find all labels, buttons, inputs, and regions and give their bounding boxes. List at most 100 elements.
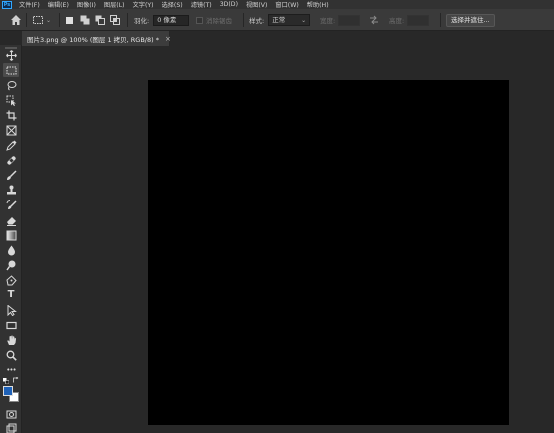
subtract-selection-icon xyxy=(95,15,105,25)
menu-layer[interactable]: 图层(L) xyxy=(104,0,125,9)
object-selection-tool[interactable] xyxy=(3,93,19,107)
menu-filter[interactable]: 滤镜(T) xyxy=(191,0,212,9)
crop-tool[interactable] xyxy=(3,108,19,122)
move-tool[interactable] xyxy=(3,48,19,62)
swap-arrows-icon xyxy=(370,15,378,25)
swap-colors-icon[interactable] xyxy=(13,377,19,383)
feather-input[interactable]: 0 像素 xyxy=(153,14,190,26)
zoom-tool[interactable] xyxy=(3,348,19,362)
menu-view[interactable]: 视图(V) xyxy=(246,0,267,9)
gradient-tool[interactable] xyxy=(3,228,19,242)
add-selection-icon xyxy=(80,15,89,25)
foreground-color-swatch[interactable] xyxy=(3,386,13,396)
move-icon xyxy=(5,49,17,61)
image-canvas[interactable] xyxy=(148,80,509,425)
antialias-checkbox[interactable] xyxy=(196,16,203,24)
subtract-from-selection-button[interactable] xyxy=(94,15,105,26)
gradient-icon xyxy=(6,230,16,240)
menu-file[interactable]: 文件(F) xyxy=(19,0,40,9)
clone-stamp-tool[interactable] xyxy=(3,183,19,197)
water-drop-icon xyxy=(7,245,15,255)
color-controls xyxy=(3,377,19,385)
menu-help[interactable]: 帮助(H) xyxy=(307,0,329,9)
menu-image[interactable]: 图像(I) xyxy=(77,0,96,9)
dodge-tool[interactable] xyxy=(3,258,19,272)
antialias-label: 消除锯齿 xyxy=(206,17,232,25)
style-label: 样式: xyxy=(249,17,265,25)
history-brush-icon xyxy=(6,199,17,209)
add-to-selection-button[interactable] xyxy=(79,15,90,26)
menu-edit[interactable]: 编辑(E) xyxy=(48,0,69,9)
height-group: 高度: xyxy=(389,9,430,31)
height-label: 高度: xyxy=(389,17,405,25)
edit-toolbar-button[interactable]: ••• xyxy=(3,363,19,377)
screen-mode-button[interactable] xyxy=(3,421,19,433)
feather-label: 羽化: xyxy=(134,17,150,25)
select-and-mask-button[interactable]: 选择并遮住... xyxy=(446,13,495,27)
marquee-icon xyxy=(6,66,16,74)
dodge-icon xyxy=(5,260,15,270)
divider xyxy=(127,13,128,27)
menu-type[interactable]: 文字(Y) xyxy=(133,0,154,9)
document-tab-bar: 图片3.png @ 100% (图层 1 拷贝, RGB/8) * × xyxy=(22,31,554,46)
document-tab[interactable]: 图片3.png @ 100% (图层 1 拷贝, RGB/8) * × xyxy=(22,31,171,46)
selection-mode-group xyxy=(64,9,120,31)
menu-window[interactable]: 窗口(W) xyxy=(275,0,298,9)
divider xyxy=(440,13,441,27)
eraser-icon xyxy=(6,216,16,226)
hand-tool[interactable] xyxy=(3,333,19,347)
width-group: 宽度: xyxy=(320,9,361,31)
screen-mode-icon xyxy=(6,423,16,433)
eyedropper-tool[interactable] xyxy=(3,138,19,152)
eraser-tool[interactable] xyxy=(3,213,19,227)
menu-3d[interactable]: 3D(D) xyxy=(220,1,238,8)
menu-select[interactable]: 选择(S) xyxy=(162,0,183,9)
history-brush-tool[interactable] xyxy=(3,198,19,212)
new-selection-button[interactable] xyxy=(64,15,75,26)
intersect-selection-icon xyxy=(109,15,120,25)
select-and-mask-group: 选择并遮住... xyxy=(446,9,495,31)
crop-icon xyxy=(6,110,16,120)
frame-icon xyxy=(6,125,16,135)
style-dropdown[interactable]: 正常 ⌄ xyxy=(268,14,311,26)
menu-bar: Ps 文件(F) 编辑(E) 图像(I) 图层(L) 文字(Y) 选择(S) 滤… xyxy=(0,0,554,9)
blur-tool[interactable] xyxy=(3,243,19,257)
rectangle-tool[interactable] xyxy=(3,318,19,332)
eyedropper-icon xyxy=(5,140,16,151)
width-input[interactable] xyxy=(338,14,361,26)
default-colors-icon[interactable] xyxy=(3,378,9,384)
close-icon[interactable]: × xyxy=(165,35,171,43)
document-workspace xyxy=(23,46,554,433)
antialias-group: 消除锯齿 xyxy=(196,9,232,31)
width-label: 宽度: xyxy=(320,17,336,25)
frame-tool[interactable] xyxy=(3,123,19,137)
new-selection-icon xyxy=(66,16,73,24)
intersect-selection-button[interactable] xyxy=(109,15,120,26)
divider xyxy=(26,13,27,27)
marquee-preset-icon xyxy=(33,16,43,24)
bandage-icon xyxy=(6,155,16,165)
style-group: 样式: 正常 ⌄ xyxy=(249,9,311,31)
brush-tool[interactable] xyxy=(3,168,19,182)
height-input[interactable] xyxy=(407,14,430,26)
path-selection-tool[interactable] xyxy=(3,303,19,317)
tools-panel: T ••• xyxy=(0,45,22,433)
type-icon: T xyxy=(7,289,15,300)
type-tool[interactable]: T xyxy=(3,288,19,302)
quick-mask-icon xyxy=(6,410,16,418)
lasso-icon xyxy=(7,80,16,90)
options-bar: ⌄ 羽化: 0 像素 消除锯齿 样式: 正常 ⌄ 宽度: 高度: 选择并遮住..… xyxy=(0,9,554,31)
style-value: 正常 xyxy=(272,16,286,24)
photoshop-logo[interactable]: Ps xyxy=(2,0,12,9)
rectangular-marquee-tool[interactable] xyxy=(3,63,19,77)
home-button[interactable] xyxy=(10,9,22,31)
lasso-tool[interactable] xyxy=(3,78,19,92)
healing-brush-tool[interactable] xyxy=(3,153,19,167)
divider xyxy=(243,13,244,27)
tool-preset-picker[interactable]: ⌄ xyxy=(32,9,51,31)
quick-mask-button[interactable] xyxy=(3,407,19,421)
rectangle-icon xyxy=(5,321,17,329)
chevron-down-icon: ⌄ xyxy=(46,16,52,24)
pen-tool[interactable] xyxy=(3,273,19,287)
swap-width-height-button[interactable] xyxy=(369,9,379,31)
